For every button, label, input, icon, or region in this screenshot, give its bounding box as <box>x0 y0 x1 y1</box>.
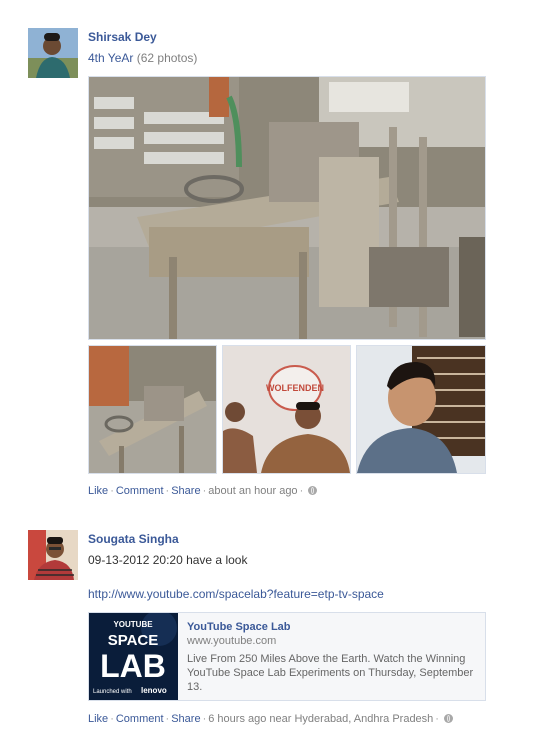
link-attachment[interactable]: YOUTUBE SPACE LAB Launched with lenovo Y… <box>88 612 486 701</box>
profile-picture[interactable] <box>28 28 78 78</box>
attachment-domain: www.youtube.com <box>187 635 277 647</box>
thumbnail-photo[interactable] <box>88 345 217 474</box>
author-name-link[interactable]: Shirsak Dey <box>88 30 157 44</box>
thumb-text: lenovo <box>141 686 167 695</box>
share-link[interactable]: Share <box>171 713 200 725</box>
thumb-text: SPACE <box>108 632 159 649</box>
thumbnail-photo[interactable]: WOLFENDEN <box>222 345 351 474</box>
thumb-text: Launched with <box>93 689 132 695</box>
attachment-title-link[interactable]: YouTube Space Lab <box>187 621 291 633</box>
wall-text: WOLFENDEN <box>266 383 324 393</box>
post-actions: Like · Comment · Share · about an hour ago · <box>88 485 318 497</box>
globe-icon[interactable] <box>308 486 318 495</box>
thumbnail-photo[interactable] <box>356 345 486 474</box>
thumb-text: LAB <box>100 648 166 684</box>
share-link[interactable]: Share <box>171 485 200 497</box>
comment-link[interactable]: Comment <box>116 713 164 725</box>
author-name-link[interactable]: Sougata Singha <box>88 532 179 546</box>
comment-link[interactable]: Comment <box>116 485 164 497</box>
profile-picture[interactable] <box>28 530 78 580</box>
timestamp[interactable]: 6 hours ago near Hyderabad, Andhra Prade… <box>208 713 433 725</box>
globe-icon[interactable] <box>443 714 453 723</box>
like-link[interactable]: Like <box>88 485 108 497</box>
shared-url-link[interactable]: http://www.youtube.com/spacelab?feature=… <box>88 587 384 601</box>
album-line: 4th YeAr (62 photos) <box>88 51 197 65</box>
like-link[interactable]: Like <box>88 713 108 725</box>
post-message: 09-13-2012 20:20 have a look <box>88 553 248 567</box>
main-photo[interactable] <box>88 76 486 340</box>
attachment-thumbnail[interactable]: YOUTUBE SPACE LAB Launched with lenovo <box>89 613 178 700</box>
timestamp[interactable]: about an hour ago <box>208 485 297 497</box>
attachment-description: Live From 250 Miles Above the Earth. Wat… <box>187 653 474 693</box>
photo-count: (62 photos) <box>136 51 198 65</box>
thumb-text: YOUTUBE <box>113 620 153 629</box>
post-actions: Like · Comment · Share · 6 hours ago near Hyde… <box>88 713 453 725</box>
album-title-link[interactable]: 4th YeAr <box>88 51 133 65</box>
